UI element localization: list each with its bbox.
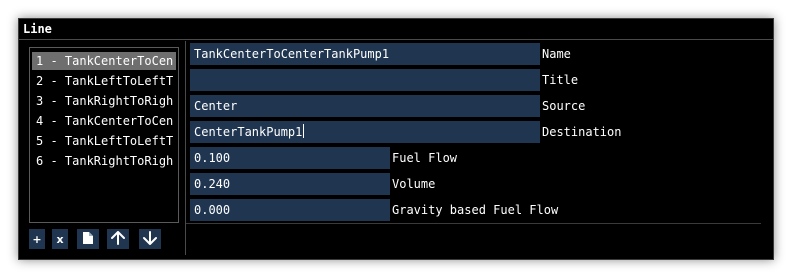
- destination-value: CenterTankPump1: [194, 125, 303, 139]
- title-label: Title: [542, 73, 579, 87]
- title-field[interactable]: [190, 69, 540, 91]
- gravity-fuel-flow-field[interactable]: 0.000: [190, 199, 390, 221]
- destination-field[interactable]: CenterTankPump1: [190, 121, 540, 143]
- name-label: Name: [542, 47, 571, 61]
- list-item[interactable]: 4 - TankCenterToCen: [32, 112, 176, 130]
- list-item[interactable]: 2 - TankLeftToLeftT: [32, 72, 176, 90]
- move-down-button[interactable]: [139, 229, 161, 249]
- copy-icon: [82, 231, 94, 248]
- arrow-down-icon: [143, 230, 157, 248]
- line-list[interactable]: 1 - TankCenterToCen 2 - TankLeftToLeftT …: [29, 47, 179, 223]
- source-field[interactable]: Center: [190, 95, 540, 117]
- name-field[interactable]: TankCenterToCenterTankPump1: [190, 43, 540, 65]
- arrow-up-icon: [111, 230, 125, 248]
- source-label: Source: [542, 99, 586, 113]
- list-item[interactable]: 3 - TankRightToRigh: [32, 92, 176, 110]
- copy-button[interactable]: [77, 229, 99, 249]
- list-item[interactable]: 6 - TankRightToRigh: [32, 152, 176, 170]
- volume-label: Volume: [392, 177, 436, 191]
- volume-field[interactable]: 0.240: [190, 173, 390, 195]
- properties-panel: TankCenterToCenterTankPump1 Name Title C…: [185, 41, 767, 255]
- line-window: Line 1 - TankCenterToCen 2 - TankLeftToL…: [18, 18, 774, 260]
- add-button[interactable]: +: [29, 229, 45, 249]
- panel-divider: [186, 223, 761, 224]
- text-caret: [303, 124, 305, 138]
- fuel-flow-label: Fuel Flow: [392, 151, 458, 165]
- destination-label: Destination: [542, 125, 622, 139]
- list-item[interactable]: 1 - TankCenterToCen: [32, 52, 176, 70]
- list-item[interactable]: 5 - TankLeftToLeftT: [32, 132, 176, 150]
- move-up-button[interactable]: [107, 229, 129, 249]
- window-title: Line: [23, 22, 52, 36]
- gravity-fuel-flow-label: Gravity based Fuel Flow: [392, 203, 559, 217]
- fuel-flow-field[interactable]: 0.100: [190, 147, 390, 169]
- remove-button[interactable]: x: [52, 229, 68, 249]
- title-divider: [19, 39, 773, 40]
